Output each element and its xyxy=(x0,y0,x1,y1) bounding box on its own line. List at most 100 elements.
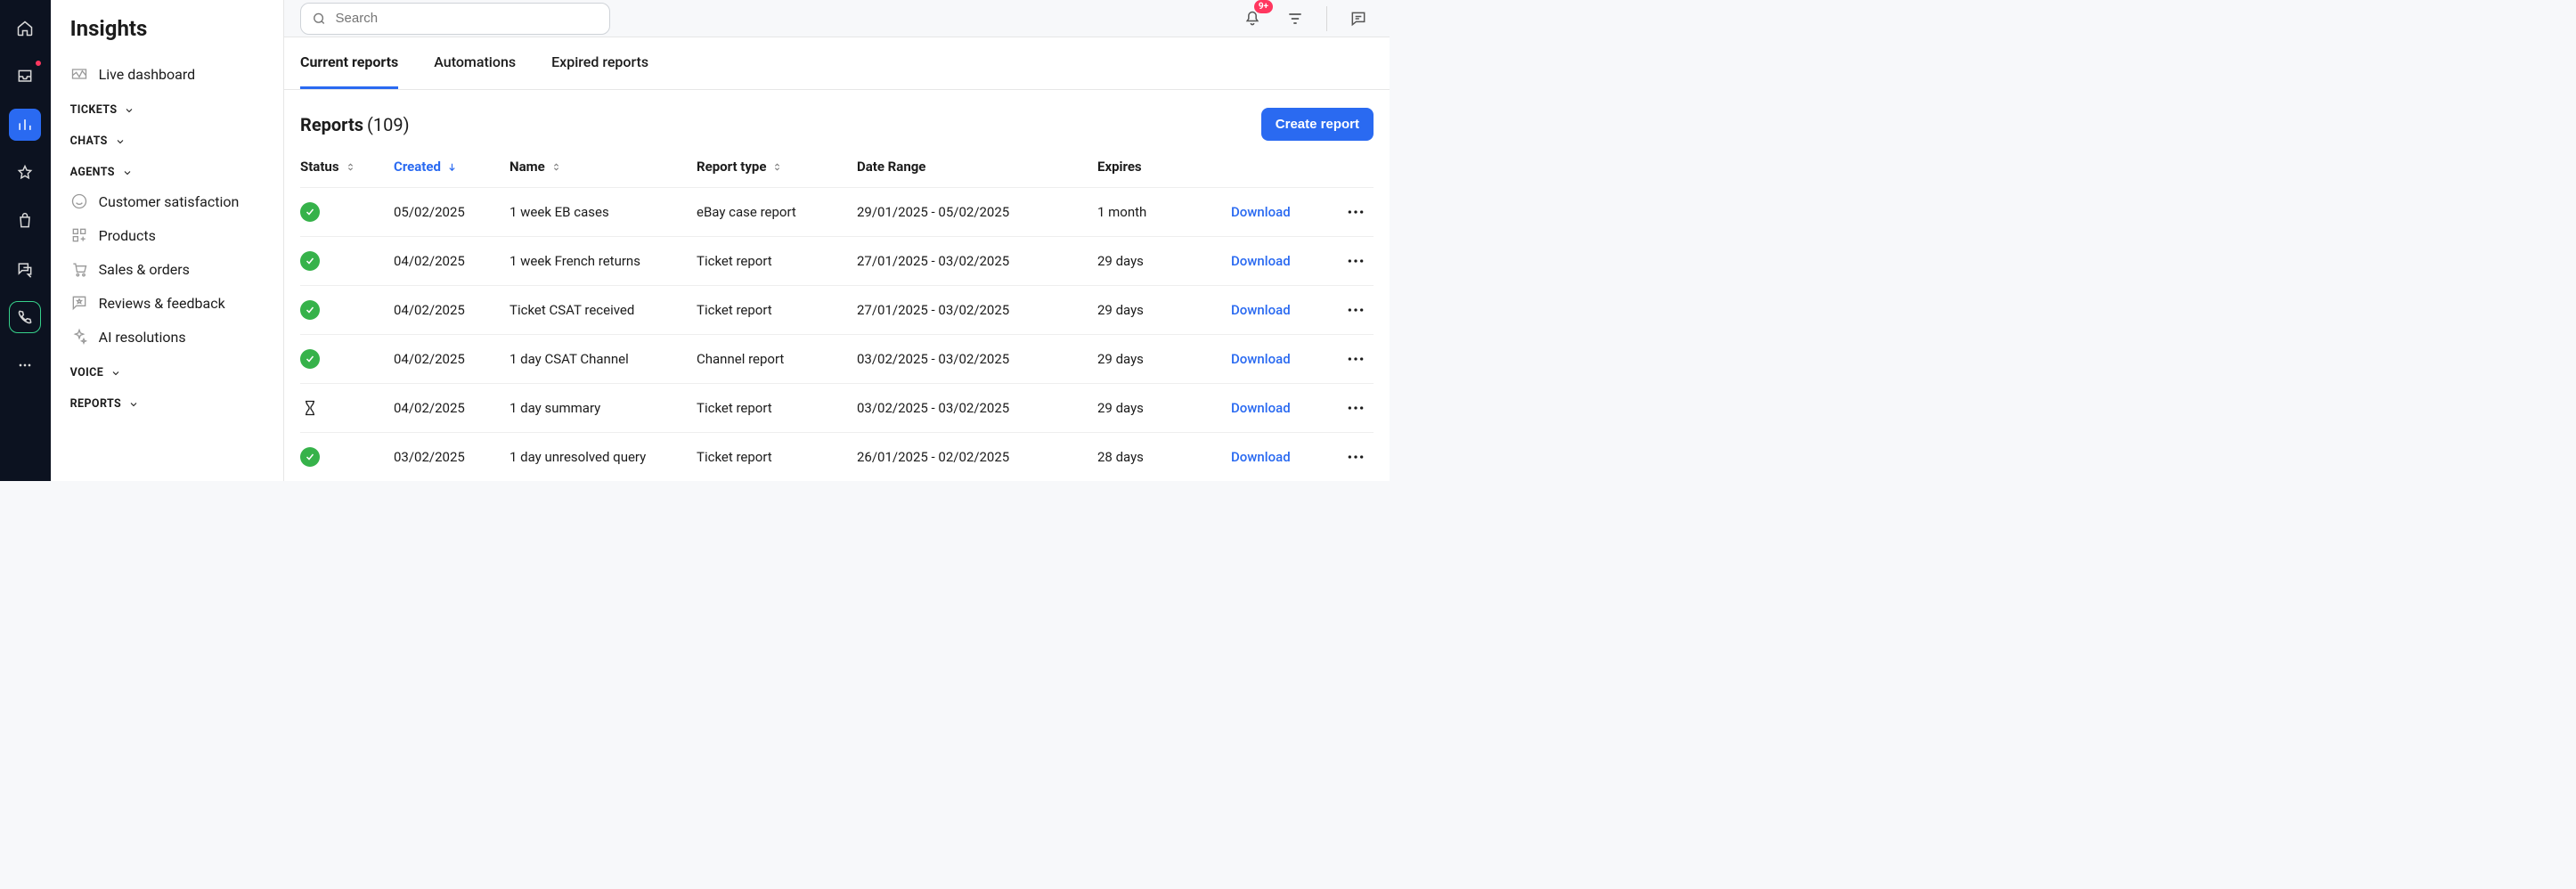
reports-title: Reports xyxy=(300,114,363,135)
create-report-button[interactable]: Create report xyxy=(1261,108,1374,141)
col-range[interactable]: Date Range xyxy=(857,159,1097,175)
row-actions[interactable] xyxy=(1338,405,1374,411)
cell-name: 1 week EB cases xyxy=(509,204,697,220)
cell-type: eBay case report xyxy=(697,204,857,220)
cell-range: 03/02/2025 - 03/02/2025 xyxy=(857,400,1097,416)
cell-type: Ticket report xyxy=(697,253,857,269)
filter-icon xyxy=(1286,10,1304,28)
messages-button[interactable] xyxy=(1343,4,1374,34)
tab-expired-reports[interactable]: Expired reports xyxy=(551,37,648,89)
col-name[interactable]: Name xyxy=(509,159,697,175)
tab-current-reports[interactable]: Current reports xyxy=(300,37,398,89)
sidebar-ai[interactable]: AI resolutions xyxy=(70,320,264,354)
topbar-divider xyxy=(1326,6,1327,31)
cell-range: 29/01/2025 - 05/02/2025 xyxy=(857,204,1097,220)
rail-inbox-dot xyxy=(34,59,43,68)
section-tickets[interactable]: TICKETS xyxy=(70,91,264,122)
sidebar: Insights Live dashboard TICKETS CHATS AG… xyxy=(51,0,284,481)
cell-created: 04/02/2025 xyxy=(394,400,509,416)
cell-range: 27/01/2025 - 03/02/2025 xyxy=(857,302,1097,318)
rail-orders[interactable] xyxy=(9,205,41,237)
chevron-down-icon xyxy=(122,167,133,178)
rail-home[interactable] xyxy=(9,12,41,45)
col-type[interactable]: Report type xyxy=(697,159,857,175)
cell-range: 27/01/2025 - 03/02/2025 xyxy=(857,253,1097,269)
message-icon xyxy=(1349,10,1367,28)
row-actions[interactable] xyxy=(1338,209,1374,215)
rail-favorites[interactable] xyxy=(9,157,41,189)
status-ok-icon xyxy=(300,251,320,271)
chevron-down-icon xyxy=(115,136,126,147)
download-link[interactable]: Download xyxy=(1231,253,1338,269)
col-created[interactable]: Created xyxy=(394,159,509,175)
rail-insights[interactable] xyxy=(9,109,41,141)
tab-automations[interactable]: Automations xyxy=(434,37,516,89)
sidebar-live-dashboard[interactable]: Live dashboard xyxy=(70,57,264,91)
rail-chats[interactable] xyxy=(9,253,41,285)
rail-inbox[interactable] xyxy=(9,61,41,93)
cell-type: Ticket report xyxy=(697,302,857,318)
cell-created: 04/02/2025 xyxy=(394,302,509,318)
filter-button[interactable] xyxy=(1280,4,1310,34)
section-reports[interactable]: REPORTS xyxy=(70,385,264,416)
tabs: Current reports Automations Expired repo… xyxy=(284,37,1390,90)
row-actions[interactable] xyxy=(1338,356,1374,362)
chevron-down-icon xyxy=(128,399,139,410)
table-header: Status Created Name Report type Date Ran… xyxy=(300,151,1374,187)
cell-type: Ticket report xyxy=(697,400,857,416)
sidebar-live-dashboard-label: Live dashboard xyxy=(99,66,196,83)
chevron-down-icon xyxy=(124,105,135,116)
rail-more[interactable] xyxy=(9,349,41,381)
search-input[interactable] xyxy=(336,11,599,26)
topbar: 9+ xyxy=(284,0,1390,37)
download-link[interactable]: Download xyxy=(1231,449,1338,465)
sidebar-csat[interactable]: Customer satisfaction xyxy=(70,184,264,218)
row-actions[interactable] xyxy=(1338,307,1374,313)
cell-expires: 28 days xyxy=(1097,449,1231,465)
table-row: 05/02/20251 week EB caseseBay case repor… xyxy=(300,187,1374,236)
row-actions[interactable] xyxy=(1338,454,1374,460)
cell-name: Ticket CSAT received xyxy=(509,302,697,318)
cell-name: 1 day unresolved query xyxy=(509,449,697,465)
sidebar-products[interactable]: Products xyxy=(70,218,264,252)
table-row: 04/02/20251 day summaryTicket report03/0… xyxy=(300,383,1374,432)
sidebar-sales[interactable]: Sales & orders xyxy=(70,252,264,286)
cell-created: 05/02/2025 xyxy=(394,204,509,220)
notif-badge: 9+ xyxy=(1254,0,1273,13)
download-link[interactable]: Download xyxy=(1231,400,1338,416)
col-status[interactable]: Status xyxy=(300,159,394,175)
cell-range: 03/02/2025 - 03/02/2025 xyxy=(857,351,1097,367)
search-icon xyxy=(312,11,327,27)
sidebar-reviews[interactable]: Reviews & feedback xyxy=(70,286,264,320)
reports-count: (109) xyxy=(367,114,410,135)
section-chats[interactable]: CHATS xyxy=(70,122,264,153)
status-pending-icon xyxy=(300,398,320,418)
reports-header: Reports (109) Create report xyxy=(284,90,1390,151)
chevron-down-icon xyxy=(110,368,121,379)
cell-expires: 1 month xyxy=(1097,204,1231,220)
nav-rail xyxy=(0,0,51,481)
search-box[interactable] xyxy=(300,3,610,35)
table-row: 03/02/20251 day unresolved queryTicket r… xyxy=(300,432,1374,481)
rail-phone[interactable] xyxy=(9,301,41,333)
cell-name: 1 day summary xyxy=(509,400,697,416)
notifications[interactable]: 9+ xyxy=(1237,4,1268,34)
cell-expires: 29 days xyxy=(1097,253,1231,269)
sort-icon xyxy=(550,161,562,173)
download-link[interactable]: Download xyxy=(1231,204,1338,220)
table-row: 04/02/2025Ticket CSAT receivedTicket rep… xyxy=(300,285,1374,334)
cell-type: Ticket report xyxy=(697,449,857,465)
sort-icon xyxy=(771,161,783,173)
row-actions[interactable] xyxy=(1338,258,1374,264)
cell-expires: 29 days xyxy=(1097,351,1231,367)
cell-type: Channel report xyxy=(697,351,857,367)
section-agents[interactable]: AGENTS xyxy=(70,153,264,184)
col-expires[interactable]: Expires xyxy=(1097,159,1231,175)
section-voice[interactable]: VOICE xyxy=(70,354,264,385)
download-link[interactable]: Download xyxy=(1231,302,1338,318)
cell-expires: 29 days xyxy=(1097,400,1231,416)
status-ok-icon xyxy=(300,202,320,222)
download-link[interactable]: Download xyxy=(1231,351,1338,367)
cell-name: 1 week French returns xyxy=(509,253,697,269)
status-ok-icon xyxy=(300,300,320,320)
